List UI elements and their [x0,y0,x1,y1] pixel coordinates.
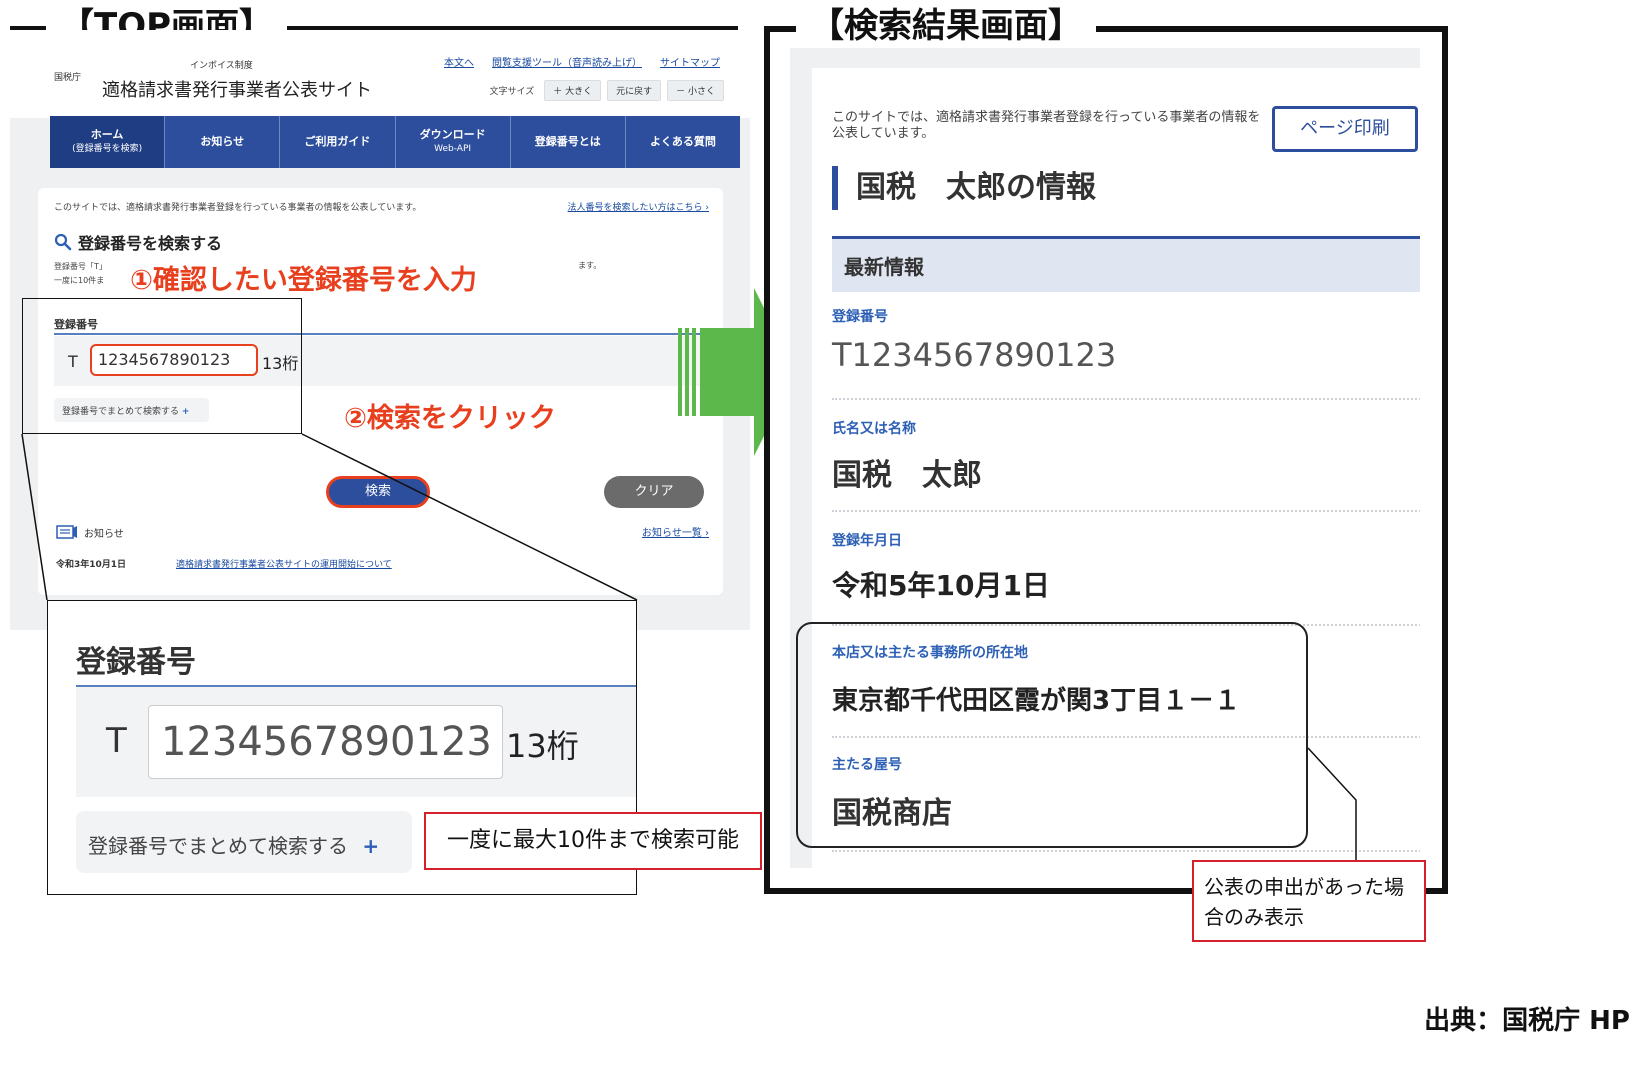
source-credit: 出典：国税庁 HP [1424,1006,1630,1036]
publication-note: 公表の申出があった場合のみ表示 [1192,860,1426,942]
